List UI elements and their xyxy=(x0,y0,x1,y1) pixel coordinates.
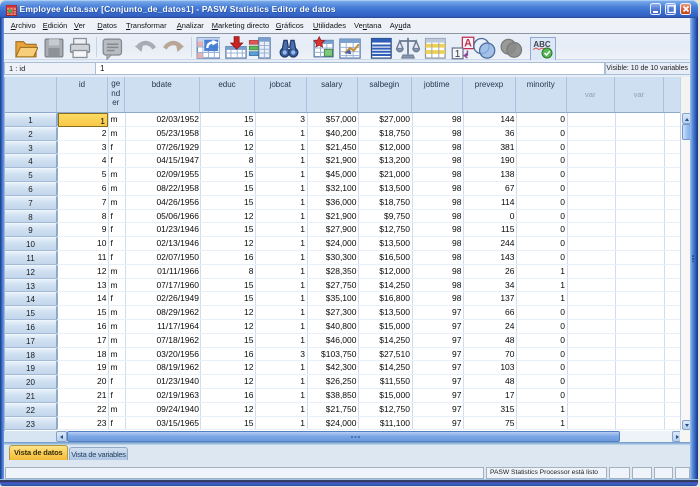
svg-text:A: A xyxy=(464,38,472,50)
svg-text:1: 1 xyxy=(455,49,461,60)
